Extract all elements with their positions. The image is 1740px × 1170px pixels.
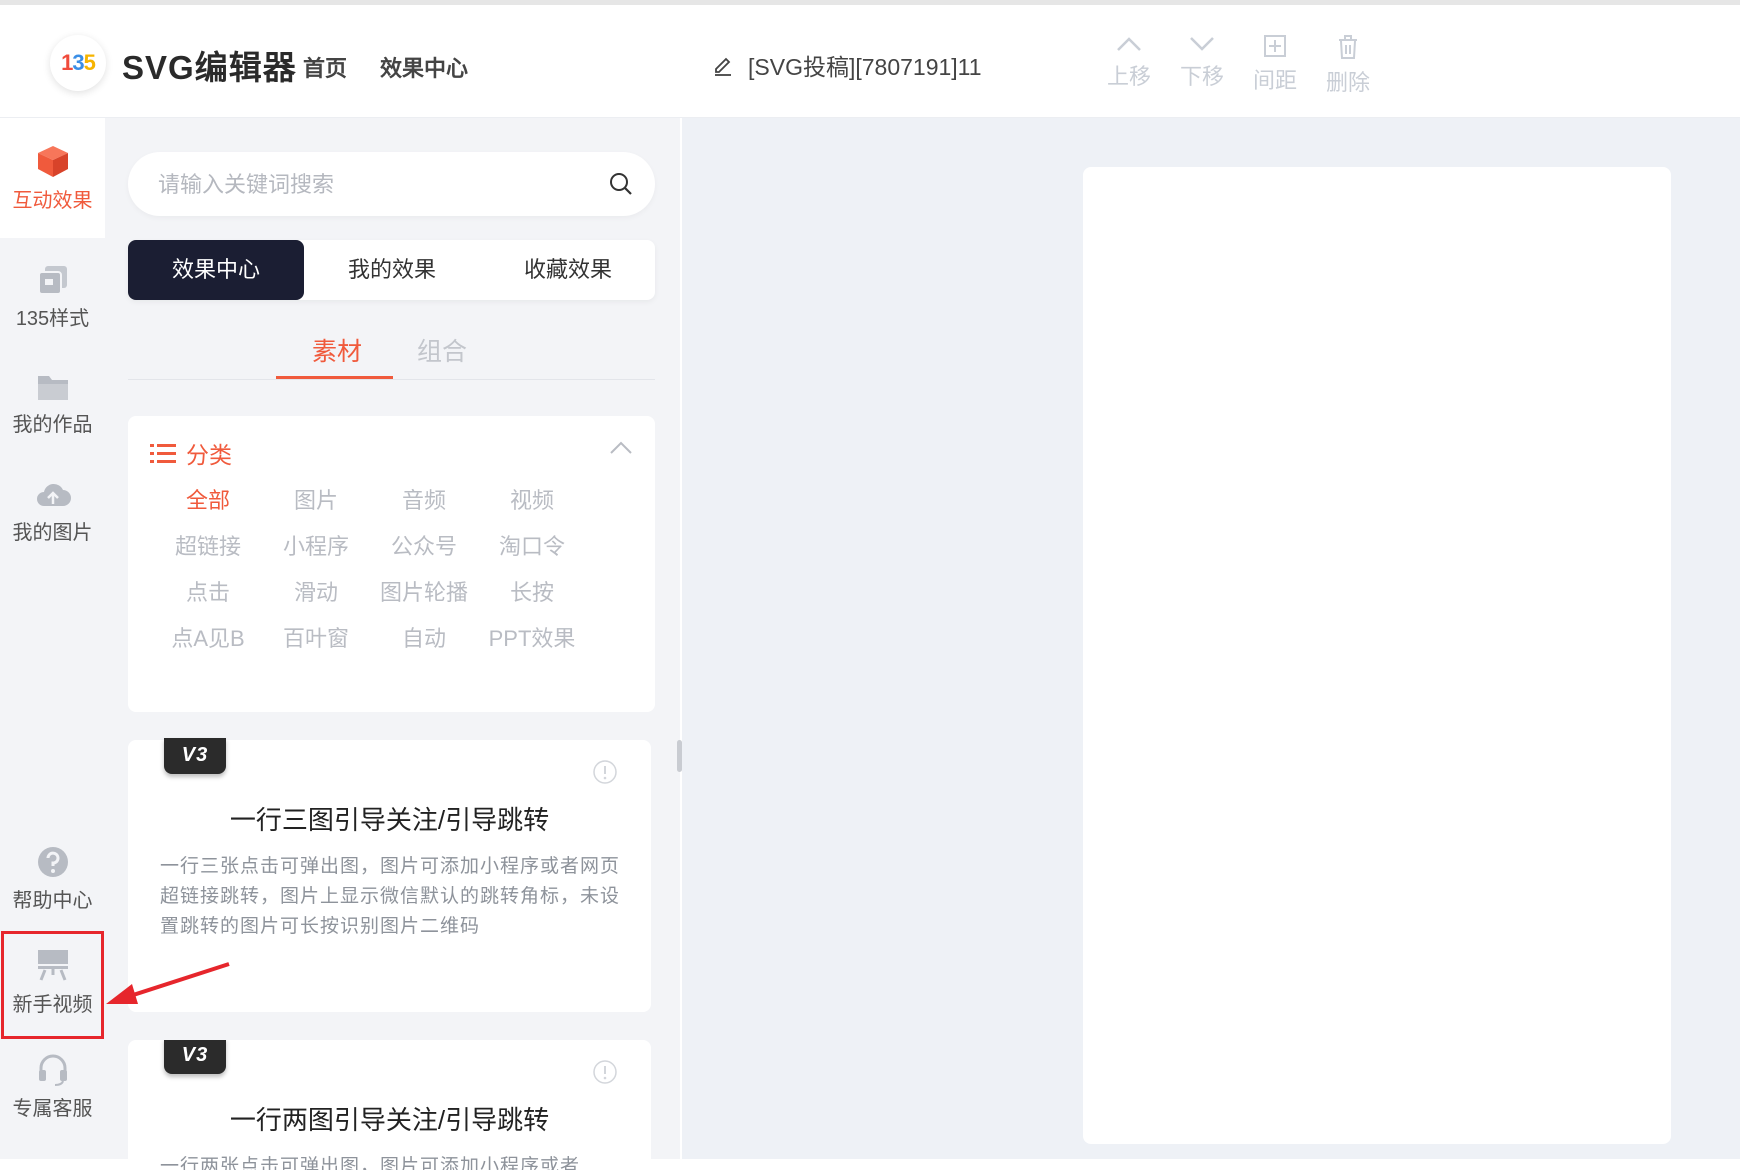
category-audio[interactable]: 音频 xyxy=(364,483,484,515)
move-up-label: 上移 xyxy=(1106,64,1151,89)
effect-card[interactable]: V3 一行两图引导关注/引导跳转 一行两张点击可弹出图，图片可添加小程序或者 xyxy=(128,1040,651,1170)
search-box xyxy=(128,152,655,216)
panel-tabs: 效果中心 我的效果 收藏效果 xyxy=(128,240,655,300)
category-official-account[interactable]: 公众号 xyxy=(364,529,484,561)
nav-home[interactable]: 首页 xyxy=(303,51,347,83)
category-click[interactable]: 点击 xyxy=(148,575,268,607)
effect-card-title: 一行两图引导关注/引导跳转 xyxy=(229,1105,550,1135)
rail-label: 我的作品 xyxy=(12,414,93,436)
highlight-box xyxy=(1,931,104,1039)
chevron-down-icon xyxy=(1190,37,1214,51)
category-taobao-code[interactable]: 淘口令 xyxy=(472,529,592,561)
move-down-button[interactable]: 下移 xyxy=(1167,35,1237,91)
category-all[interactable]: 全部 xyxy=(148,483,268,515)
delete-label: 删除 xyxy=(1325,70,1370,95)
folder-icon xyxy=(37,376,68,400)
rail-item-help-center[interactable]: 帮助中心 xyxy=(0,846,105,913)
document-title[interactable]: [SVG投稿][7807191]11 xyxy=(712,48,1002,82)
category-carousel[interactable]: 图片轮播 xyxy=(364,575,484,607)
logo-mark: 135 xyxy=(61,50,96,75)
list-icon xyxy=(150,444,176,463)
category-image[interactable]: 图片 xyxy=(256,483,376,515)
info-icon[interactable] xyxy=(593,760,617,784)
subtab-materials[interactable]: 素材 xyxy=(312,332,362,368)
version-badge: V3 xyxy=(164,1040,226,1074)
rail-label: 专属客服 xyxy=(12,1098,93,1120)
rail-label: 帮助中心 xyxy=(12,890,93,912)
info-icon[interactable] xyxy=(593,1060,617,1084)
spacing-label: 间距 xyxy=(1252,68,1297,93)
material-subtabs: 素材 组合 xyxy=(128,324,655,380)
nav-effect-center[interactable]: 效果中心 xyxy=(380,51,468,83)
category-title: 分类 xyxy=(186,442,232,468)
chevron-up-icon xyxy=(1117,37,1141,51)
rail-item-my-works[interactable]: 我的作品 xyxy=(0,372,105,437)
rail-item-interactive-effects[interactable]: 互动效果 xyxy=(0,118,105,238)
search-input[interactable] xyxy=(156,166,580,204)
red-arrow-annotation xyxy=(106,962,230,1004)
subtab-combinations[interactable]: 组合 xyxy=(417,332,467,368)
category-mini-program[interactable]: 小程序 xyxy=(256,529,376,561)
category-long-press[interactable]: 长按 xyxy=(472,575,592,607)
rail-item-135-styles[interactable]: 135样式 xyxy=(0,264,105,331)
app-logo[interactable]: 135 xyxy=(50,35,106,91)
category-hyperlink[interactable]: 超链接 xyxy=(148,529,268,561)
effect-card-title: 一行三图引导关注/引导跳转 xyxy=(229,805,550,835)
move-up-button[interactable]: 上移 xyxy=(1094,35,1164,91)
version-badge: V3 xyxy=(164,738,226,774)
rail-item-my-images[interactable]: 我的图片 xyxy=(0,480,105,545)
rail-label: 135样式 xyxy=(15,308,90,330)
category-swipe[interactable]: 滑动 xyxy=(256,575,376,607)
edit-pencil-icon xyxy=(715,57,731,76)
category-header[interactable]: 分类 xyxy=(150,436,232,470)
effect-card-description: 一行三张点击可弹出图，图片可添加小程序或者网页超链接跳转，图片上显示微信默认的跳… xyxy=(160,856,621,937)
editor-canvas[interactable] xyxy=(1083,167,1671,1144)
subtab-indicator xyxy=(276,376,393,379)
trash-icon xyxy=(1339,35,1357,59)
category-ppt-effect[interactable]: PPT效果 xyxy=(472,621,592,653)
category-video[interactable]: 视频 xyxy=(472,483,592,515)
cloud-upload-icon xyxy=(36,483,71,506)
spacing-button[interactable]: 间距 xyxy=(1240,35,1310,95)
document-title-text: [SVG投稿][7807191]11 xyxy=(748,54,982,80)
tab-favorite-effects[interactable]: 收藏效果 xyxy=(480,240,656,300)
chevron-up-icon[interactable] xyxy=(609,440,633,456)
layers-icon xyxy=(37,266,67,295)
category-auto[interactable]: 自动 xyxy=(364,621,484,653)
search-icon[interactable] xyxy=(609,172,633,196)
rail-label: 互动效果 xyxy=(12,190,93,212)
category-click-a-see-b[interactable]: 点A见B xyxy=(148,621,268,653)
rail-item-dedicated-support[interactable]: 专属客服 xyxy=(0,1052,105,1121)
cube-icon xyxy=(37,146,68,177)
spacing-icon xyxy=(1264,35,1286,57)
app-name: SVG编辑器 xyxy=(122,49,297,86)
rail-label: 我的图片 xyxy=(12,522,93,544)
tab-my-effects[interactable]: 我的效果 xyxy=(304,240,480,300)
category-blinds[interactable]: 百叶窗 xyxy=(256,621,376,653)
effect-card-description: 一行两张点击可弹出图，图片可添加小程序或者 xyxy=(160,1156,581,1170)
delete-button[interactable]: 删除 xyxy=(1313,35,1383,97)
header: 135 SVG编辑器 首页 效果中心 [SVG投稿][7807191]11 上移… xyxy=(0,5,1740,117)
headset-icon xyxy=(38,1054,67,1086)
tab-effect-center[interactable]: 效果中心 xyxy=(128,240,304,300)
category-card: 分类 全部 图片 音频 视频 超链接 小程序 公众号 淘口令 点击 滑动 图片轮… xyxy=(128,416,655,712)
move-down-label: 下移 xyxy=(1179,64,1224,89)
help-icon xyxy=(37,847,68,877)
